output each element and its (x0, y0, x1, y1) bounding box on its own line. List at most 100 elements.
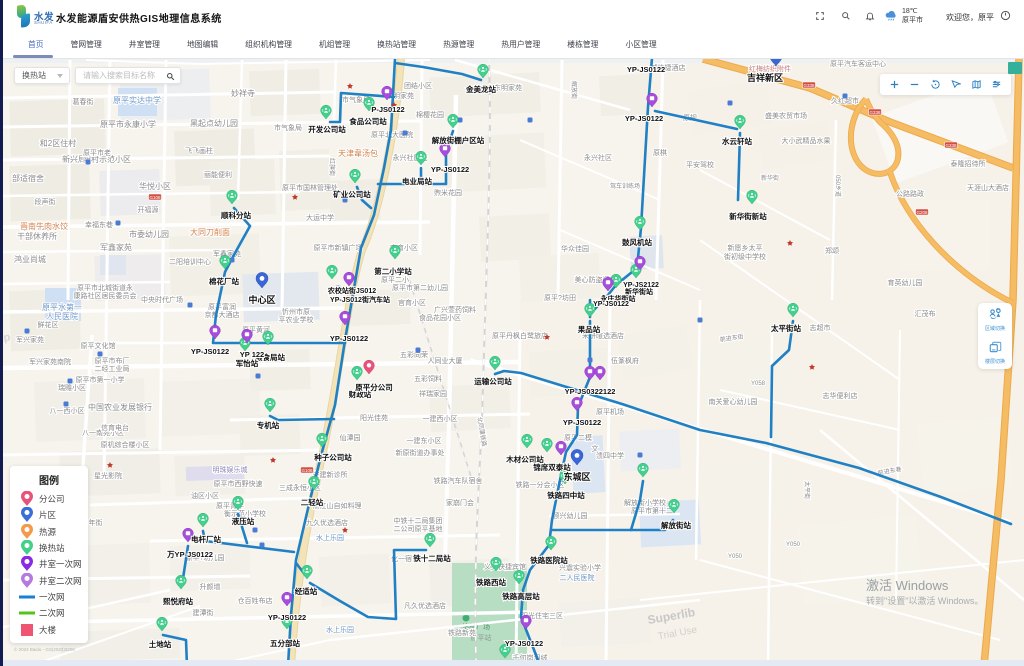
svg-text:水上乐园: 水上乐园 (326, 625, 354, 634)
svg-text:和2区住村: 和2区住村 (40, 138, 76, 148)
svg-text:太平街: 太平街 (803, 481, 811, 499)
svg-text:二经工业局: 二经工业局 (95, 364, 130, 373)
svg-text:九久优选酒店: 九久优选酒店 (306, 518, 348, 527)
svg-text:星光影院: 星光影院 (94, 471, 122, 480)
svg-text:原平市西野快速: 原平市西野快速 (214, 479, 263, 488)
svg-text:原平市老: 原平市老 (83, 148, 111, 157)
svg-text:中心区: 中心区 (248, 294, 275, 305)
svg-text:军鑫家苑: 军鑫家苑 (100, 242, 132, 252)
svg-text:原平分公司: 原平分公司 (355, 382, 393, 392)
svg-text:开发公司站: 开发公司站 (308, 124, 346, 134)
svg-text:原平实达中学: 原平实达中学 (113, 95, 161, 105)
svg-text:阳光佳苑: 阳光佳苑 (360, 413, 388, 422)
svg-text:市委幼儿园: 市委幼儿园 (129, 229, 169, 239)
svg-text:原平文化馆: 原平文化馆 (81, 341, 116, 350)
svg-text:二人民医院: 二人民医院 (560, 573, 595, 582)
svg-text:铁路高层站: 铁路高层站 (502, 591, 540, 601)
svg-text:南关爱心幼儿园: 南关爱心幼儿园 (709, 397, 758, 406)
svg-text:吉祥新区: 吉祥新区 (747, 72, 783, 83)
svg-text:家崩门会: 家崩门会 (446, 498, 474, 507)
svg-text:红旗街: 红旗街 (328, 158, 336, 176)
svg-text:志华便利店: 志华便利店 (823, 391, 858, 400)
svg-text:电杆厂站: 电杆厂站 (191, 534, 221, 544)
svg-text:溃四中学: 溃四中学 (596, 451, 624, 460)
svg-text:平农业学校: 平农业学校 (279, 315, 314, 324)
svg-text:金美龙站: 金美龙站 (465, 84, 496, 94)
svg-text:幸福东巷: 幸福东巷 (85, 220, 113, 229)
svg-text:太平街站: 太平街站 (771, 323, 801, 333)
svg-text:果品站: 果品站 (578, 324, 601, 334)
svg-text:原棋: 原棋 (653, 148, 667, 157)
svg-text:军怡站: 军怡站 (236, 358, 259, 368)
svg-text:二阳培训中心: 二阳培训中心 (169, 257, 211, 266)
svg-text:鲜花区: 鲜花区 (38, 320, 59, 329)
svg-text:YP-JS0122: YP-JS0122 (330, 334, 368, 343)
svg-text:铁路医院站: 铁路医院站 (530, 555, 568, 565)
svg-text:人民医院: 人民医院 (46, 311, 78, 321)
svg-text:中国农业发展银行: 中国农业发展银行 (88, 402, 152, 412)
svg-text:铁十二局站: 铁十二局站 (413, 553, 451, 563)
svg-text:康路社区居民委员会: 康路社区居民委员会 (74, 291, 137, 300)
svg-text:义文快捷宾馆: 义文快捷宾馆 (484, 562, 526, 571)
svg-text:水云轩站: 水云轩站 (722, 136, 752, 146)
svg-text:熙悦府站: 熙悦府站 (163, 596, 193, 606)
svg-text:官育小区: 官育小区 (398, 298, 426, 307)
svg-text:YP-JS0122: YP-JS0122 (268, 613, 306, 622)
svg-text:YP-JS0122: YP-JS0122 (505, 639, 543, 648)
svg-text:食品花园小区: 食品花园小区 (419, 313, 461, 322)
svg-text:大运中学: 大运中学 (306, 213, 334, 222)
svg-text:G338: G338 (803, 83, 815, 88)
svg-text:街初级中学校: 街初级中学校 (724, 252, 766, 261)
svg-text:原平二小: 原平二小 (381, 275, 409, 284)
svg-text:原平市第一小学: 原平市第一小学 (76, 375, 125, 384)
svg-text:建潭街: 建潭街 (193, 608, 214, 617)
svg-text:G108: G108 (149, 195, 161, 200)
svg-text:妙祥寺: 妙祥寺 (231, 88, 255, 98)
svg-text:电业局站: 电业局站 (402, 176, 432, 186)
svg-text:原机综合楼小区: 原机综合楼小区 (101, 440, 150, 449)
svg-text:志超市: 志超市 (810, 323, 831, 332)
svg-text:原平?坊田: 原平?坊田 (544, 293, 576, 302)
svg-text:YP-JS0322122: YP-JS0322122 (565, 387, 616, 396)
svg-text:原平丹枫白鹭旅店: 原平丹枫白鹭旅店 (492, 331, 548, 340)
svg-text:广兴萱药饲料: 广兴萱药饲料 (434, 305, 476, 314)
svg-text:八一西小区: 八一西小区 (50, 406, 85, 415)
svg-text:信育电台: 信育电台 (101, 423, 129, 432)
svg-text:YP-JS2122: YP-JS2122 (623, 282, 659, 289)
svg-text:© 2024 Baidu - GS(2023)3206: © 2024 Baidu - GS(2023)3206 (14, 646, 75, 652)
svg-text:凡久优选酒店: 凡久优选酒店 (404, 601, 446, 610)
svg-text:锦席双泰站: 锦席双泰站 (533, 462, 571, 472)
svg-text:运输公司站: 运输公司站 (474, 376, 512, 386)
svg-text:转到"设置"以激活 Windows。: 转到"设置"以激活 Windows。 (866, 595, 983, 606)
svg-text:飞飞画柱: 飞飞画柱 (185, 146, 213, 155)
svg-text:天津韋汤包: 天津韋汤包 (338, 148, 378, 158)
svg-text:天涯山大酒店: 天涯山大酒店 (967, 183, 1009, 192)
svg-text:原平水第一: 原平水第一 (42, 302, 82, 312)
svg-text:新愿乡太平: 新愿乡太平 (728, 243, 763, 252)
svg-text:军兴家苑: 军兴家苑 (16, 335, 44, 344)
svg-text:东城区: 东城区 (563, 471, 590, 482)
svg-text:忻州市原: 忻州市原 (282, 307, 310, 316)
svg-text:G108: G108 (301, 468, 313, 473)
svg-text:顺科分站: 顺科分站 (221, 210, 251, 220)
svg-text:G338: G338 (869, 110, 881, 115)
svg-text:矿业公司站: 矿业公司站 (333, 189, 371, 199)
svg-text:开福源: 开福源 (138, 205, 159, 214)
svg-text:原平市新镇广场: 原平市新镇广场 (314, 243, 363, 252)
svg-text:农校站街JS012: 农校站街JS012 (327, 286, 376, 295)
svg-text:原平市布厂: 原平市布厂 (95, 356, 130, 365)
svg-text:Y058: Y058 (751, 381, 766, 387)
svg-text:育英幼儿园: 育英幼儿园 (888, 278, 923, 287)
svg-text:新华街站: 新华街站 (625, 287, 653, 296)
svg-text:Y050: Y050 (786, 542, 801, 548)
svg-text:种子公司站: 种子公司站 (313, 452, 352, 462)
svg-text:煦米花园: 煦米花园 (434, 188, 462, 197)
svg-text:原平富润: 原平富润 (208, 302, 236, 311)
svg-text:泰隆招待所: 泰隆招待所 (951, 159, 986, 168)
svg-text:激活 Windows: 激活 Windows (866, 578, 949, 593)
svg-text:二轻站: 二轻站 (301, 497, 324, 507)
svg-text:YP-JS0122: YP-JS0122 (627, 65, 665, 74)
svg-text:中央时代广场: 中央时代广场 (141, 295, 183, 304)
svg-text:仙潭园: 仙潭园 (340, 433, 361, 442)
svg-text:铁路汽车队宿舍: 铁路汽车队宿舍 (434, 476, 483, 485)
